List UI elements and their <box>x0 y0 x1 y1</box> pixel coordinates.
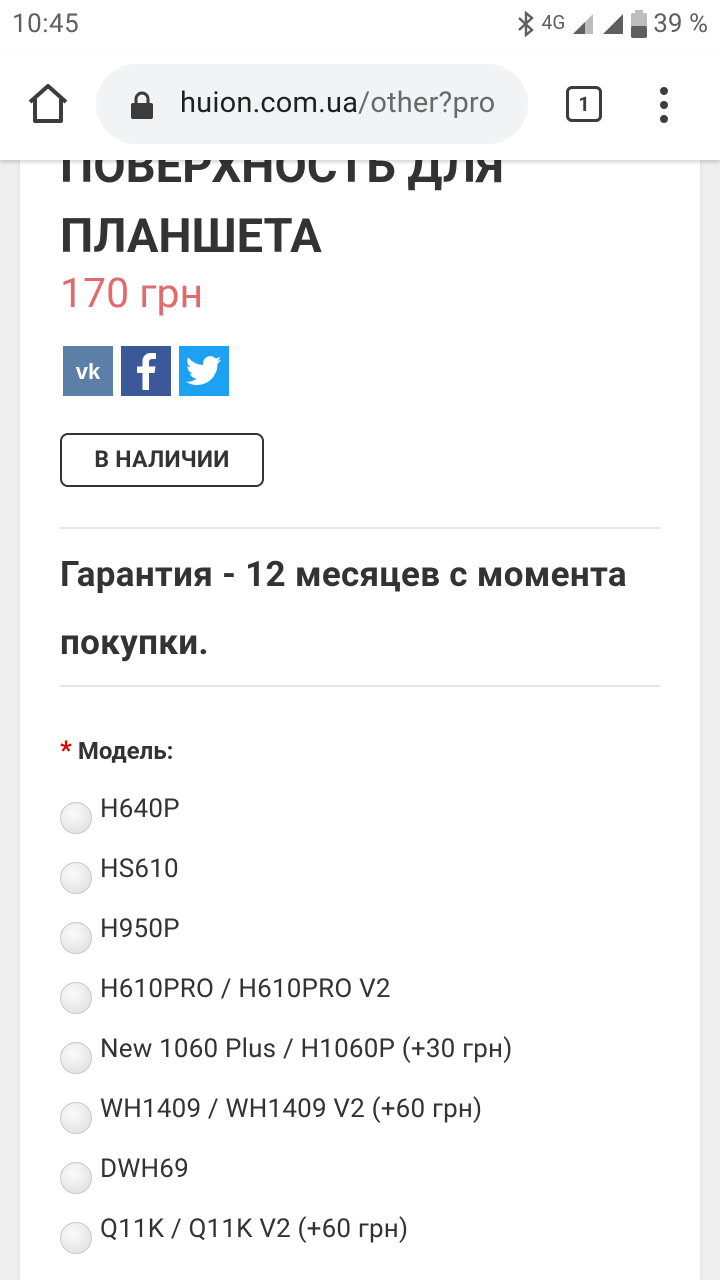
model-field-label: * Модель: <box>60 736 173 766</box>
radio-button[interactable] <box>60 1162 92 1194</box>
required-mark: * <box>60 736 72 766</box>
model-option-label[interactable]: DWH69 <box>100 1154 189 1184</box>
radio-button[interactable] <box>60 922 92 954</box>
browser-toolbar: huion.com.ua/other?pro 1 <box>0 50 720 160</box>
network-type: 4G <box>541 10 566 34</box>
status-bar: 10:45 4G 39 % <box>0 0 720 50</box>
radio-button[interactable] <box>60 1222 92 1254</box>
radio-button[interactable] <box>60 1102 92 1134</box>
tab-switcher-button[interactable]: 1 <box>566 86 602 122</box>
vk-icon: vk <box>76 359 101 383</box>
facebook-icon <box>137 353 156 390</box>
warranty-text: Гарантия - 12 месяцев с момента покупки. <box>60 554 627 663</box>
radio-button[interactable] <box>60 982 92 1014</box>
model-option-label[interactable]: New 1060 Plus / H1060P (+30 грн) <box>100 1034 512 1064</box>
radio-button[interactable] <box>60 802 92 834</box>
radio-button[interactable] <box>60 862 92 894</box>
product-card: ПОВЕРХНОСТЬ ДЛЯ ПЛАНШЕТА 170 грн vk В НА… <box>20 120 700 1280</box>
model-option-label[interactable]: WH1409 / WH1409 V2 (+60 грн) <box>100 1094 482 1124</box>
twitter-icon <box>186 356 222 385</box>
signal-icon <box>573 14 594 34</box>
vk-share-button[interactable]: vk <box>63 346 113 396</box>
product-price: 170 грн <box>60 270 204 318</box>
model-option-label[interactable]: HS610 <box>100 854 179 884</box>
status-icons: 4G 39 % <box>516 9 708 39</box>
battery-icon <box>631 10 648 38</box>
bluetooth-icon <box>517 11 534 37</box>
model-option-label[interactable]: Q11K / Q11K V2 (+60 грн) <box>100 1214 408 1244</box>
radio-button[interactable] <box>60 1042 92 1074</box>
twitter-share-button[interactable] <box>179 346 229 396</box>
home-icon[interactable] <box>24 80 72 128</box>
divider <box>60 685 660 687</box>
in-stock-badge: В НАЛИЧИИ <box>60 433 264 487</box>
url-text: huion.com.ua/other?pro <box>180 86 495 120</box>
url-domain: huion.com.ua <box>180 86 359 120</box>
product-title-line2: ПЛАНШЕТА <box>60 209 322 264</box>
model-option-label[interactable]: H950P <box>100 914 180 944</box>
battery-level: 39 % <box>653 9 708 39</box>
divider <box>60 527 660 529</box>
model-option-label[interactable]: H610PRO / H610PRO V2 <box>100 974 391 1004</box>
address-bar[interactable]: huion.com.ua/other?pro <box>96 64 528 144</box>
status-time: 10:45 <box>12 9 80 39</box>
url-path: /other?pro <box>358 86 496 120</box>
signal-icon-2 <box>603 14 624 34</box>
svg-text:vk: vk <box>76 359 101 383</box>
more-menu-icon[interactable] <box>654 84 674 128</box>
social-share: vk <box>63 346 229 396</box>
facebook-share-button[interactable] <box>121 346 171 396</box>
model-option-label[interactable]: H640P <box>100 794 180 824</box>
lock-icon <box>131 91 153 119</box>
model-label-text: Модель: <box>77 737 174 765</box>
